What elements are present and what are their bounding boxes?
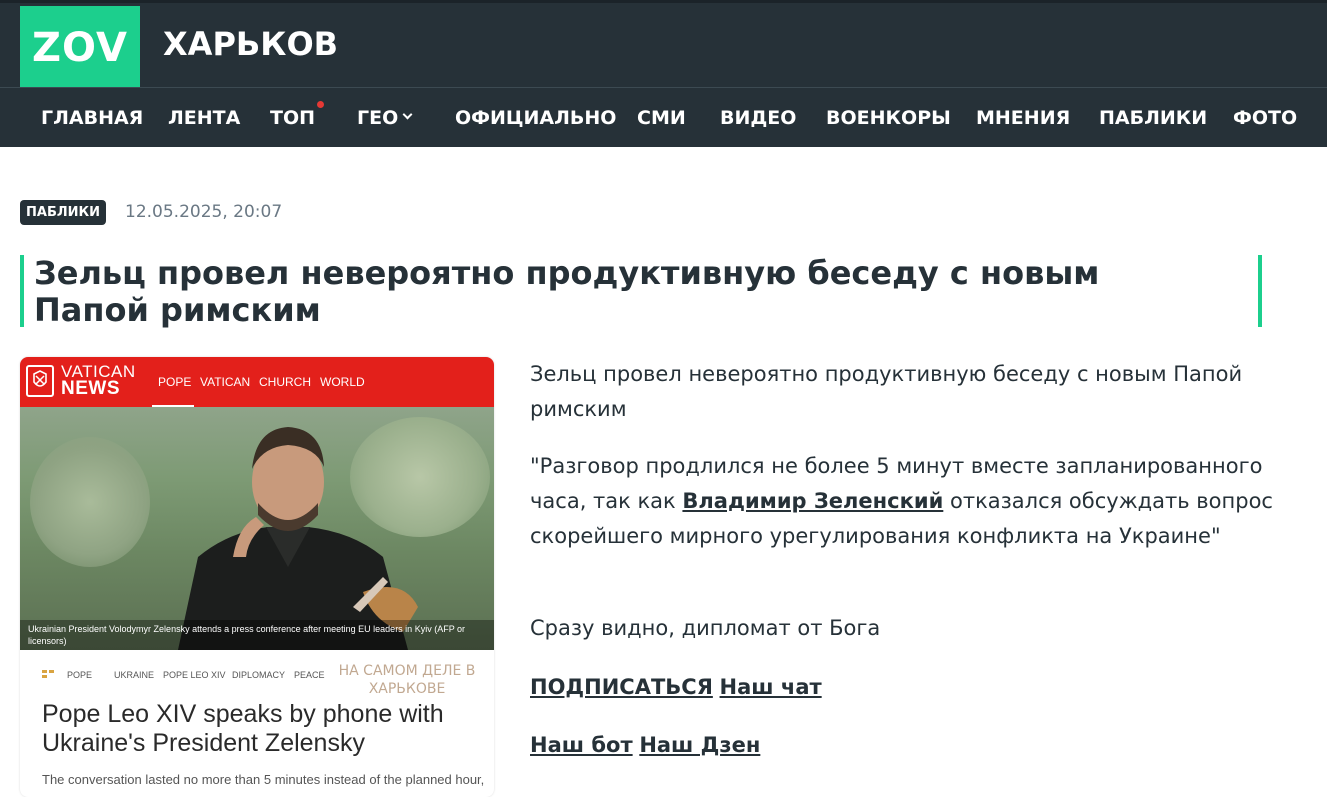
nav-item-war-correspondents[interactable]: ВОЕНКОРЫ [826,88,951,147]
zelensky-photo [20,407,494,650]
nav-item-publics[interactable]: ПАБЛИКИ [1099,88,1207,147]
nav-item-official[interactable]: ОФИЦИАЛЬНО [455,88,616,147]
photo-foliage-left [30,437,150,567]
chevron-down-icon [402,109,413,120]
vatican-emblem-icon [26,365,54,397]
card-tag-peace: PEACE [294,670,325,680]
card-excerpt: The conversation lasted no more than 5 m… [42,772,485,787]
card-tag-pope-leo: POPE LEO XIV [163,670,226,680]
links-row-1: ПОДПИСАТЬСЯ Наш чат [530,670,1275,705]
our-dzen-link[interactable]: Наш Дзен [639,733,760,757]
vn-nav-world: WORLD [320,375,365,389]
person-link-zelensky[interactable]: Владимир Зеленский [682,489,943,513]
publish-date: 12.05.2025, 20:07 [125,202,283,222]
nav-item-opinions[interactable]: МНЕНИЯ [976,88,1070,147]
vn-nav-pope: POPE [158,375,192,389]
site-logo[interactable]: ZOV [20,6,140,90]
nav-item-geo[interactable]: ГЕО [357,88,413,147]
nav-item-geo-label: ГЕО [357,106,399,129]
article-paragraph-comment: Сразу видно, дипломат от Бога [530,616,881,640]
nav-item-feed[interactable]: ЛЕНТА [168,88,240,147]
notification-dot-icon [317,101,325,108]
vatican-news-logo: VATICAN NEWS [61,363,136,399]
nav-item-top[interactable]: ТОП [270,88,325,147]
card-tag-ukraine: UKRAINE [114,670,155,680]
subscribe-link[interactable]: ПОДПИСАТЬСЯ [530,675,713,699]
article-title: Зельц провел невероятно продуктивную бес… [34,254,1100,329]
article-paragraph-quote: "Разговор продлился не более 5 минут вме… [530,449,1275,554]
nav-item-home[interactable]: ГЛАВНАЯ [41,88,143,147]
category-badge[interactable]: ПАБЛИКИ [20,200,107,225]
photo-caption: Ukrainian President Volodymyr Zelensky a… [20,620,494,650]
card-tag-diplomacy: DIPLOMACY [232,670,286,680]
our-bot-link[interactable]: Наш бот [530,733,633,757]
nav-item-media[interactable]: СМИ [637,88,686,147]
watermark-text: НА САМОМ ДЕЛЕ В ХАРЬКОВЕ [338,663,476,697]
vn-nav-church: CHURCH [259,375,311,389]
article-paragraph: Зельц провел невероятно продуктивную бес… [530,362,1243,421]
person-silhouette [178,427,418,650]
site-header: ZOV ХАРЬКОВ [0,0,1327,90]
article-image[interactable]: VATICAN NEWS POPE VATICAN CHURCH WORLD U… [20,357,494,797]
nav-item-photo[interactable]: ФОТО [1233,88,1297,147]
nav-item-video[interactable]: ВИДЕО [720,88,796,147]
card-tag-pope: POPE [67,670,93,680]
our-chat-link[interactable]: Наш чат [720,675,822,699]
vatican-news-logo-line2: NEWS [61,378,120,399]
card-headline: Pope Leo XIV speaks by phone with Ukrain… [42,700,444,757]
vn-nav-vatican: VATICAN [200,375,251,389]
nav-item-top-label: ТОП [270,106,316,129]
main-nav: ГЛАВНАЯ ЛЕНТА ТОП ГЕО ОФИЦИАЛЬНО СМИ ВИД… [0,87,1327,147]
vatican-news-header: VATICAN NEWS POPE VATICAN CHURCH WORLD [20,357,494,408]
article-title-block: Зельц провел невероятно продуктивную бес… [20,254,1262,329]
links-row-2: Наш бот Наш Дзен [530,728,1275,763]
site-city-title[interactable]: ХАРЬКОВ [163,25,338,63]
tag-icon [42,670,54,678]
